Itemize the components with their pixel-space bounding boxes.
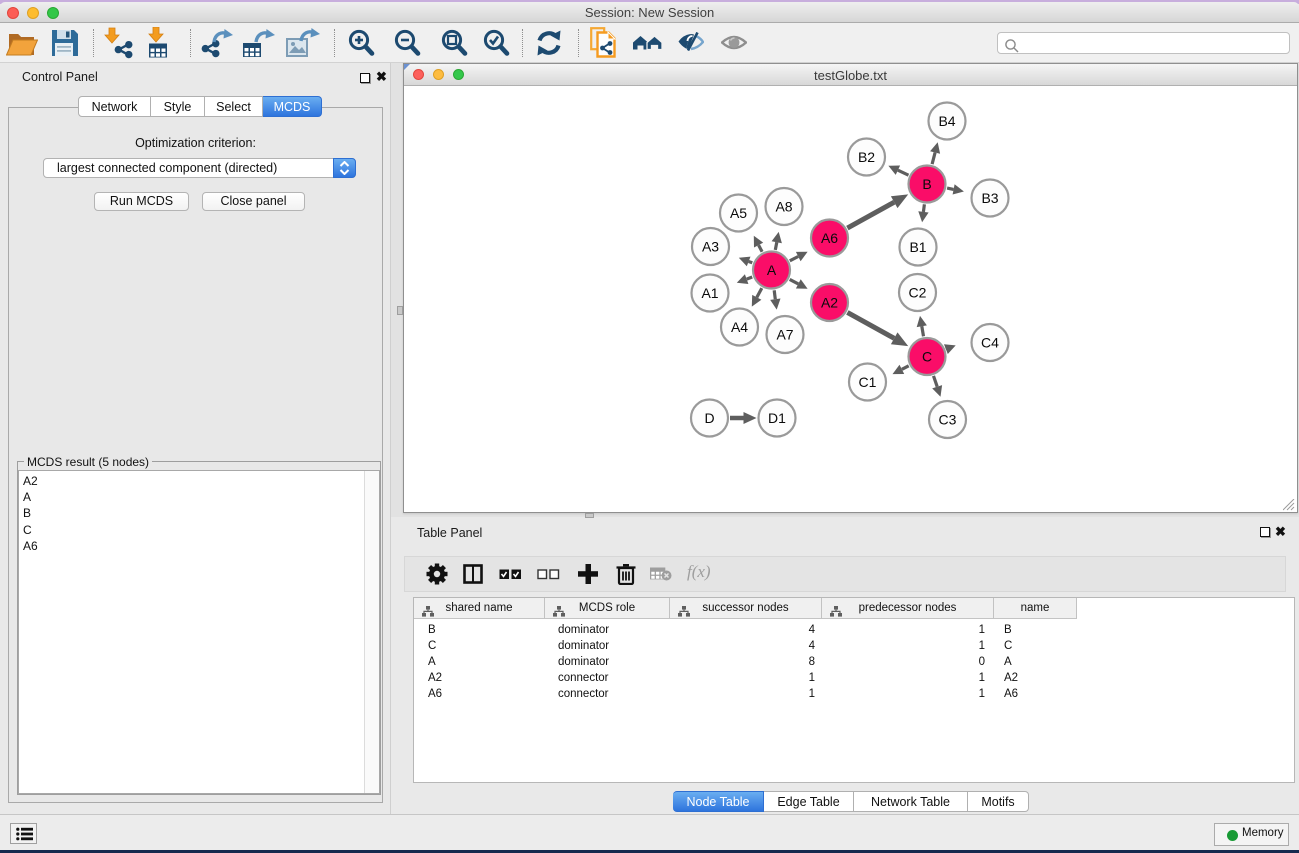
svg-text:A8: A8 (775, 199, 792, 215)
svg-text:B3: B3 (981, 190, 998, 206)
svg-text:D1: D1 (768, 410, 786, 426)
svg-text:B1: B1 (909, 239, 926, 255)
svg-text:A3: A3 (702, 239, 719, 255)
svg-text:B4: B4 (938, 113, 955, 129)
svg-text:A1: A1 (701, 285, 718, 301)
svg-text:D: D (704, 410, 714, 426)
svg-text:A4: A4 (731, 319, 748, 335)
svg-text:C: C (922, 349, 932, 365)
svg-text:B: B (922, 176, 931, 192)
svg-text:A5: A5 (730, 205, 747, 221)
svg-text:A: A (767, 262, 777, 278)
svg-text:A7: A7 (776, 327, 793, 343)
svg-text:B2: B2 (858, 149, 875, 165)
svg-text:C3: C3 (939, 412, 957, 428)
svg-text:C4: C4 (981, 335, 999, 351)
svg-text:C2: C2 (909, 285, 927, 301)
svg-text:A2: A2 (821, 295, 838, 311)
svg-text:A6: A6 (821, 230, 838, 246)
svg-text:C1: C1 (859, 374, 877, 390)
